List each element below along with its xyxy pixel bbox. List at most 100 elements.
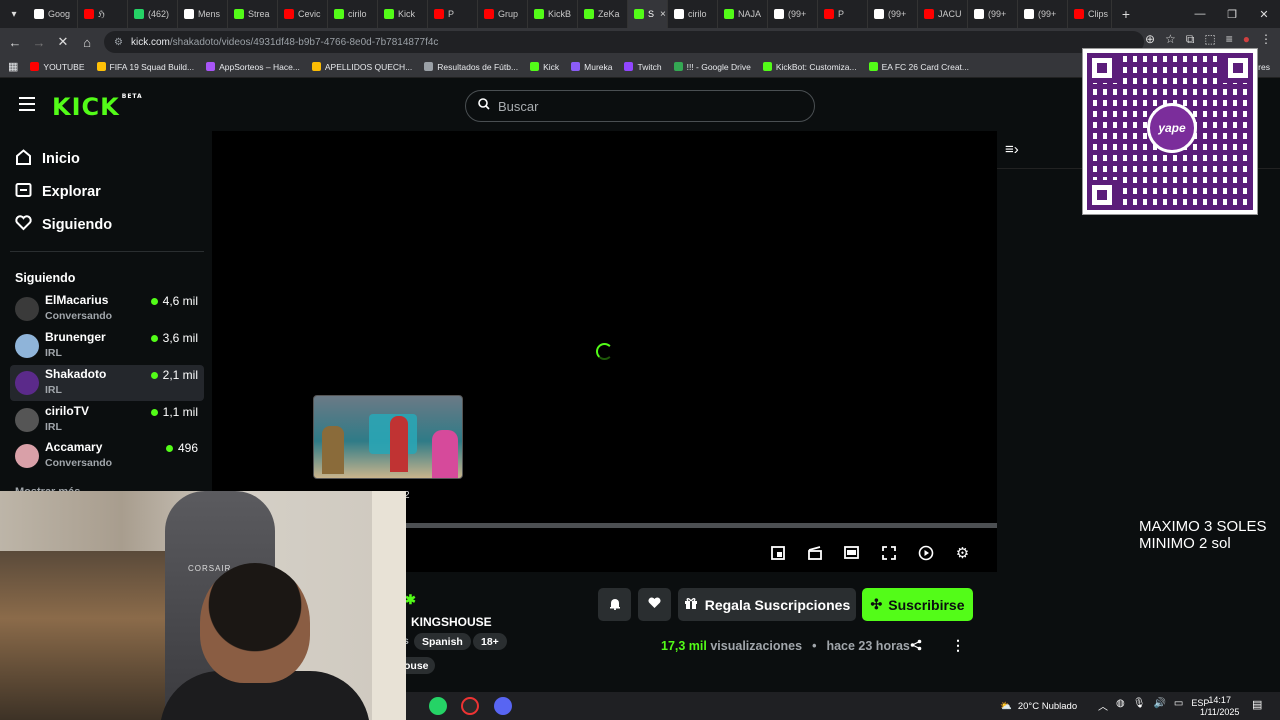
miniplayer-icon[interactable]	[768, 543, 787, 562]
settings-icon[interactable]: ⚙	[953, 543, 972, 562]
tab-favicon-icon	[484, 9, 494, 19]
loading-spinner	[596, 343, 613, 360]
browser-tab[interactable]: Cevic	[278, 0, 328, 28]
profile-avatar[interactable]: ●	[1243, 32, 1250, 47]
following-channel[interactable]: Brunenger IRL 3,6 mil	[10, 328, 204, 364]
stop-icon[interactable]: ✕	[51, 30, 75, 54]
browser-tab[interactable]: S ×	[628, 0, 668, 28]
browser-tab[interactable]: Grup	[478, 0, 528, 28]
monitor-icon[interactable]: ▭	[1174, 698, 1183, 713]
bookmark-item[interactable]: YOUTUBE	[30, 62, 85, 72]
taskbar-clock[interactable]: 14:17 1/11/2025	[1200, 694, 1239, 718]
reading-list-icon[interactable]: ≡	[1226, 32, 1233, 47]
follow-heart-button[interactable]	[638, 588, 671, 621]
kick-logo[interactable]: KICK BETA	[52, 93, 143, 121]
browser-tab[interactable]: (99+	[968, 0, 1018, 28]
apps-icon[interactable]: ▦	[8, 60, 18, 73]
playback-speed-icon[interactable]	[916, 543, 935, 562]
bookmark-item[interactable]: AppSorteos – Hace...	[206, 62, 300, 72]
address-bar[interactable]: ⚙ kick.com/shakadoto/videos/4931df48-b9b…	[104, 31, 1144, 53]
clip-icon[interactable]	[805, 543, 824, 562]
tag-language[interactable]: Spanish	[414, 633, 471, 650]
following-channel[interactable]: Shakadoto IRL 2,1 mil	[10, 365, 204, 401]
notifications-icon[interactable]: ▤	[1252, 698, 1262, 711]
following-channel[interactable]: ElMacarius Conversando 4,6 mil	[10, 291, 204, 327]
forward-icon[interactable]: →	[27, 30, 51, 54]
zoom-icon[interactable]: ⊕	[1145, 32, 1155, 47]
browser-tab[interactable]: Goog	[28, 0, 78, 28]
tab-label: cirilo	[348, 9, 367, 19]
close-tab-icon[interactable]: ×	[660, 9, 666, 20]
browser-tab[interactable]: (99+	[868, 0, 918, 28]
discord-taskbar-icon[interactable]	[494, 697, 512, 715]
close-window-icon[interactable]: ✕	[1248, 0, 1280, 28]
menu-icon[interactable]	[19, 97, 35, 111]
bookmark-item[interactable]: APELLIDOS QUECH...	[311, 62, 412, 72]
bookmark-item[interactable]: Resultados de Fútb...	[424, 62, 518, 72]
following-channel[interactable]: ciriloTV IRL 1,1 mil	[10, 402, 204, 438]
minimize-icon[interactable]: —	[1184, 0, 1216, 28]
gift-subscriptions-button[interactable]: Regala Suscripciones	[678, 588, 856, 621]
bookmark-label: !!! - Google Drive	[686, 61, 751, 72]
bookmark-label: FIFA 19 Squad Build...	[109, 61, 195, 72]
bookmark-item[interactable]: Twitch	[624, 62, 662, 72]
browser-tab[interactable]: cirilo	[328, 0, 378, 28]
browser-tab[interactable]: (99+	[768, 0, 818, 28]
home-browser-icon[interactable]: ⌂	[75, 30, 99, 54]
bookmark-item[interactable]: Mureka	[571, 62, 612, 72]
theater-mode-icon[interactable]	[842, 543, 861, 562]
browser-tab[interactable]: ℌ	[78, 0, 128, 28]
subscribe-button[interactable]: ✣ Suscribirse	[862, 588, 973, 621]
site-info-icon[interactable]: ⚙	[114, 37, 123, 48]
network-icon[interactable]: ◍	[1116, 698, 1125, 713]
browser-tab[interactable]: cirilo	[668, 0, 718, 28]
collapse-chat-icon[interactable]: ≡›	[1005, 141, 1019, 158]
puzzle-icon[interactable]: ⬚	[1204, 32, 1215, 47]
tag-mature[interactable]: 18+	[473, 633, 507, 650]
bookmark-item[interactable]: !!! - Google Drive	[673, 61, 751, 72]
weather-widget[interactable]: ⛅ 20°C Nublado	[1000, 692, 1077, 720]
browser-tab-strip: ▾ Goog ℌ (462) Mens Strea Cevic cirilo Kick P Gru…	[0, 0, 1280, 28]
browser-tab[interactable]: NAJA	[718, 0, 768, 28]
fullscreen-icon[interactable]	[879, 543, 898, 562]
chevron-up-icon[interactable]: ︿	[1098, 698, 1108, 713]
search-input[interactable]	[498, 98, 798, 114]
restore-icon[interactable]: ❐	[1216, 0, 1248, 28]
bookmark-item[interactable]: KickBot: Customiza...	[762, 62, 857, 72]
nav-item-inicio[interactable]: Inicio	[15, 149, 80, 169]
browser-tab[interactable]: KickB	[528, 0, 578, 28]
more-options-icon[interactable]: ⋮	[951, 637, 965, 654]
notification-bell-button[interactable]	[598, 588, 631, 621]
microphone-icon[interactable]: 🎙	[1133, 698, 1146, 713]
whatsapp-taskbar-icon[interactable]	[429, 697, 447, 715]
back-icon[interactable]: ←	[3, 30, 27, 54]
browser-tab[interactable]: Kick	[378, 0, 428, 28]
bookmark-item[interactable]: FIFA 19 Squad Build...	[96, 61, 195, 72]
extension-icon[interactable]: ⧉	[1186, 32, 1195, 47]
bookmark-item[interactable]: Kick	[530, 62, 559, 72]
speaker-icon[interactable]: 🔊	[1153, 698, 1165, 713]
tab-favicon-icon	[84, 9, 94, 19]
new-tab-button[interactable]: +	[1112, 6, 1140, 22]
browser-tab[interactable]: (462)	[128, 0, 178, 28]
browser-tab[interactable]: P	[818, 0, 868, 28]
nav-item-explorar[interactable]: Explorar	[15, 182, 101, 202]
nav-item-siguiendo[interactable]: Siguiendo	[15, 215, 112, 235]
obs-taskbar-icon[interactable]	[461, 697, 479, 715]
browser-tab[interactable]: Strea	[228, 0, 278, 28]
browser-tab[interactable]: JACU	[918, 0, 968, 28]
following-channel[interactable]: Accamary Conversando 496	[10, 438, 204, 474]
bookmark-star-icon[interactable]: ☆	[1165, 32, 1176, 47]
tab-favicon-icon	[534, 9, 544, 19]
search-box[interactable]	[465, 90, 815, 122]
browser-tab[interactable]: P	[428, 0, 478, 28]
player-controls: ⚙	[768, 543, 972, 562]
share-icon[interactable]	[910, 639, 922, 654]
browser-tab[interactable]: ZeKa	[578, 0, 628, 28]
browser-menu-icon[interactable]: ⋮	[1260, 32, 1272, 47]
browser-tab[interactable]: (99+	[1018, 0, 1068, 28]
tab-search-icon[interactable]: ▾	[0, 0, 28, 28]
browser-tab[interactable]: Clips	[1068, 0, 1112, 28]
bookmark-item[interactable]: EA FC 26 Card Creat...	[868, 62, 969, 72]
browser-tab[interactable]: Mens	[178, 0, 228, 28]
